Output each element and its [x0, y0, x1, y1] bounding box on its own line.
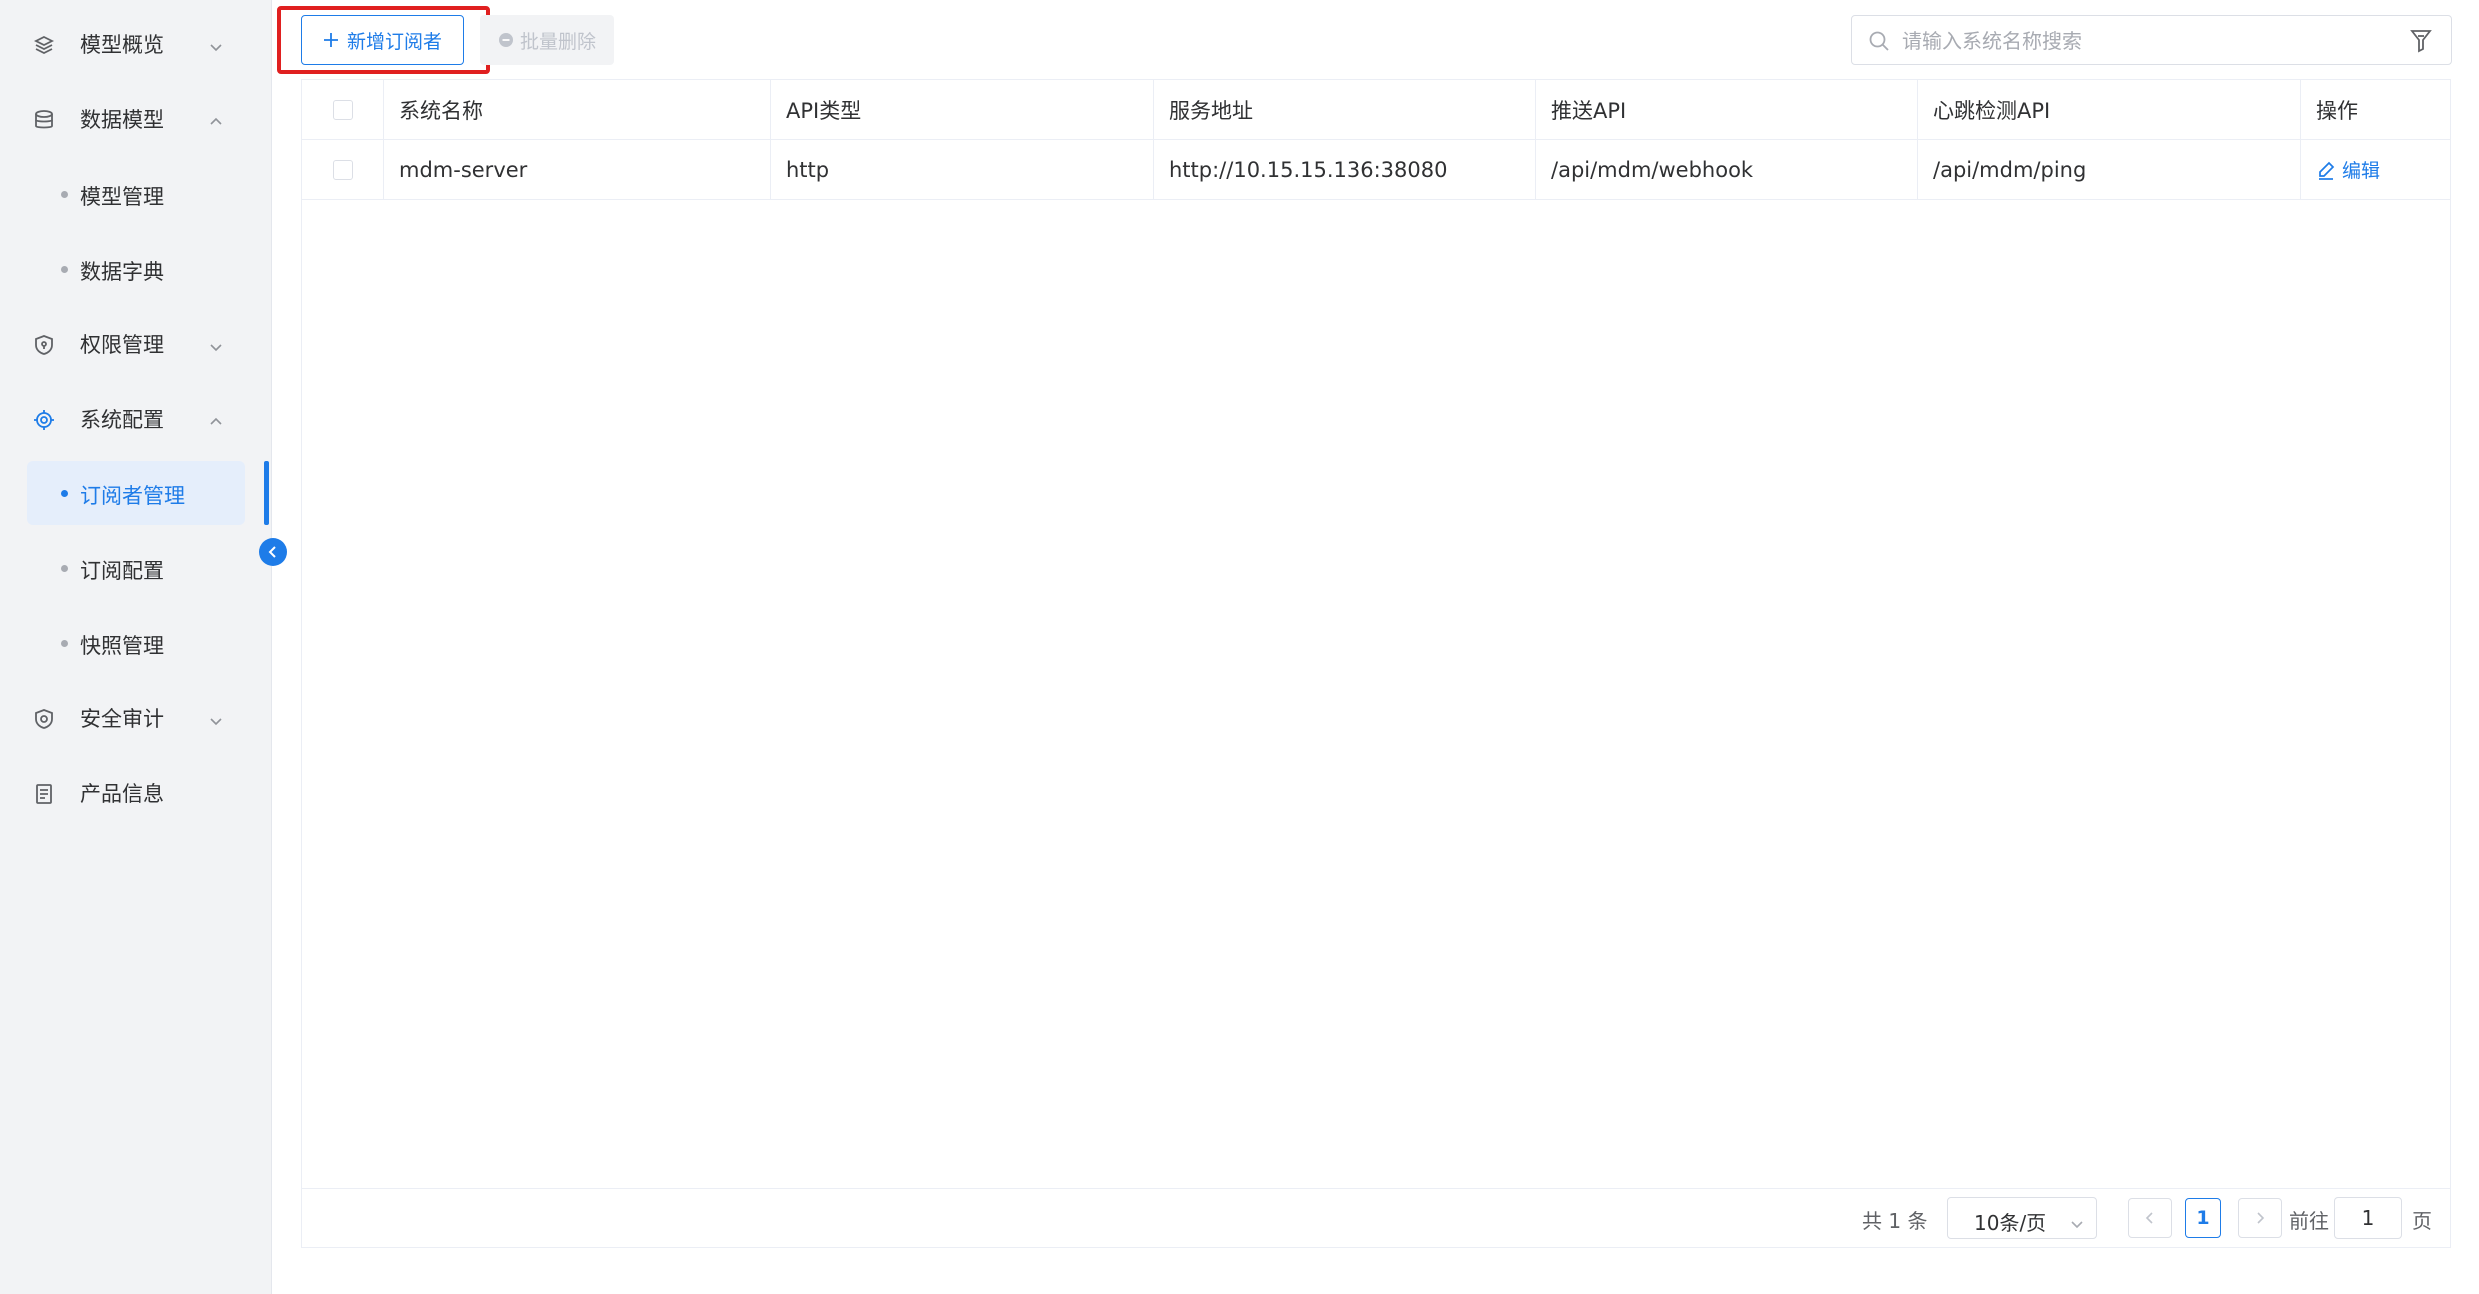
- column-header-system-name: 系统名称: [384, 80, 771, 139]
- page-size-value: 10条/页: [1974, 1211, 2047, 1235]
- sidebar-item-label: 订阅配置: [80, 559, 164, 583]
- header-checkbox-cell: [302, 80, 384, 139]
- table-header-row: 系统名称 API类型 服务地址 推送API 心跳检测API 操作: [302, 80, 2450, 140]
- column-header-heartbeat-api: 心跳检测API: [1918, 80, 2301, 139]
- cell-service-url: http://10.15.15.136:38080: [1154, 140, 1536, 199]
- bullet-dot: [61, 640, 68, 647]
- filter-icon[interactable]: [2409, 28, 2433, 54]
- bullet-dot: [61, 191, 68, 198]
- page-size-select[interactable]: 10条/页: [1947, 1197, 2097, 1239]
- chevron-up-icon: [208, 411, 224, 427]
- chevron-down-icon: [2070, 1212, 2084, 1229]
- menu-label: 产品信息: [80, 782, 164, 806]
- sidebar-item-label: 模型管理: [80, 185, 164, 209]
- menu-item-permission-management[interactable]: 权限管理: [0, 312, 272, 376]
- column-header-api-type: API类型: [771, 80, 1154, 139]
- sidebar-item-label: 订阅者管理: [80, 484, 185, 508]
- subscriber-table: 系统名称 API类型 服务地址 推送API 心跳检测API 操作 mdm-ser…: [301, 79, 2451, 1248]
- bullet-dot: [61, 490, 68, 497]
- cell-heartbeat-api: /api/mdm/ping: [1918, 140, 2301, 199]
- menu-label: 系统配置: [80, 408, 164, 432]
- batch-delete-button[interactable]: 批量删除: [480, 15, 614, 65]
- select-all-checkbox[interactable]: [332, 99, 353, 120]
- menu-item-model-overview[interactable]: 模型概览: [0, 12, 272, 76]
- edit-pencil-icon: [2316, 160, 2336, 180]
- row-checkbox[interactable]: [332, 159, 353, 180]
- chevron-left-icon: [2144, 1212, 2156, 1224]
- menu-item-security-audit[interactable]: 安全审计: [0, 686, 272, 750]
- layers-icon: [33, 34, 55, 56]
- column-header-service-url: 服务地址: [1154, 80, 1536, 139]
- search-input[interactable]: [1902, 24, 2382, 58]
- edit-label: 编辑: [2342, 160, 2381, 182]
- column-header-actions: 操作: [2316, 98, 2358, 123]
- sidebar-item-data-dictionary[interactable]: 数据字典: [27, 237, 245, 301]
- add-subscriber-button[interactable]: 新增订阅者: [301, 15, 464, 65]
- bullet-dot: [61, 266, 68, 273]
- page-number-button[interactable]: 1: [2185, 1198, 2221, 1238]
- sidebar-item-label: 快照管理: [80, 634, 164, 658]
- pagination-total: 共 1 条: [1862, 1209, 1928, 1233]
- menu-label: 数据模型: [80, 108, 164, 132]
- previous-page-button[interactable]: [2128, 1198, 2172, 1238]
- cell-push-api: /api/mdm/webhook: [1536, 140, 1918, 199]
- gear-icon: [33, 409, 55, 431]
- chevron-up-icon: [208, 111, 224, 127]
- database-icon: [33, 109, 55, 131]
- search-box: [1851, 15, 2452, 65]
- batch-delete-label: 批量删除: [519, 30, 596, 53]
- minus-circle-icon: [498, 32, 514, 48]
- menu-label: 安全审计: [80, 707, 164, 731]
- add-subscriber-label: 新增订阅者: [346, 30, 442, 53]
- sidebar-item-snapshot-management[interactable]: 快照管理: [27, 611, 245, 675]
- menu-item-data-model[interactable]: 数据模型: [0, 87, 272, 151]
- search-icon: [1868, 30, 1890, 52]
- column-header-push-api: 推送API: [1536, 80, 1918, 139]
- plus-icon: [323, 32, 339, 48]
- cell-api-type: http: [771, 140, 1154, 199]
- bullet-dot: [61, 565, 68, 572]
- table-row: mdm-server http http://10.15.15.136:3808…: [302, 140, 2450, 200]
- active-indicator: [264, 461, 269, 525]
- menu-item-system-config[interactable]: 系统配置: [0, 387, 272, 451]
- sidebar-collapse-button[interactable]: [259, 538, 287, 566]
- next-page-button[interactable]: [2238, 1198, 2282, 1238]
- chevron-down-icon: [208, 36, 224, 52]
- shield-icon: [33, 334, 55, 356]
- menu-label: 权限管理: [80, 333, 164, 357]
- chevron-left-icon: [266, 545, 280, 559]
- menu-label: 模型概览: [80, 33, 164, 57]
- sidebar-item-subscription-config[interactable]: 订阅配置: [27, 536, 245, 600]
- sidebar-item-model-management[interactable]: 模型管理: [27, 162, 245, 226]
- sidebar-item-label: 数据字典: [80, 260, 164, 284]
- sidebar-item-subscriber-management[interactable]: 订阅者管理: [27, 461, 245, 525]
- chevron-down-icon: [208, 336, 224, 352]
- chevron-right-icon: [2254, 1212, 2266, 1224]
- sidebar: 模型概览 数据模型 模型管理 数据字典 权限管理 系统配置 订阅者管理 订阅配置…: [0, 0, 272, 1294]
- edit-button[interactable]: 编辑: [2316, 156, 2380, 183]
- document-icon: [33, 783, 55, 805]
- cell-actions: 编辑: [2301, 140, 2450, 199]
- cell-system-name: mdm-server: [384, 140, 771, 199]
- menu-item-product-info[interactable]: 产品信息: [0, 761, 272, 825]
- goto-page-input[interactable]: [2334, 1197, 2402, 1239]
- shield-check-icon: [33, 708, 55, 730]
- pagination: 共 1 条 10条/页 1 前往 页: [302, 1188, 2450, 1248]
- row-checkbox-cell: [302, 140, 384, 199]
- page-suffix-label: 页: [2412, 1209, 2432, 1233]
- chevron-down-icon: [208, 710, 224, 726]
- goto-label: 前往: [2289, 1209, 2329, 1233]
